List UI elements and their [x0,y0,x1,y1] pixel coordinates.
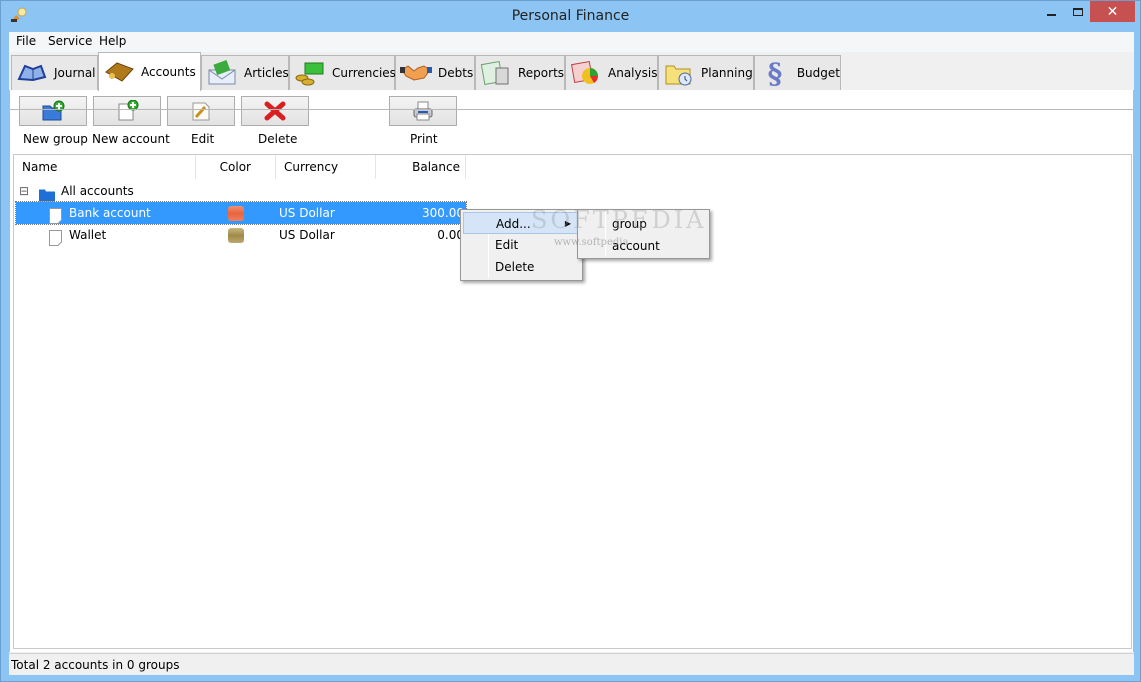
tab-label: Journal [54,66,96,80]
folder-clock-icon [663,60,695,86]
close-icon: ✕ [1106,3,1119,20]
pencil-edit-icon [192,102,210,121]
menu-item-label: Delete [495,260,535,274]
menu-item-label: Edit [495,238,519,252]
minimize-icon [1046,13,1056,16]
maximize-icon [1073,7,1083,16]
envelope-money-icon [206,60,238,86]
tab-analysis[interactable]: Analysis [565,55,658,90]
tree-row-all-accounts[interactable]: ⊟ All accounts [16,180,466,202]
coins-icon [294,60,326,86]
submenu-item-account[interactable]: account [580,235,660,257]
tab-label: Currencies [332,66,396,80]
account-balance: 300.00 [422,206,464,220]
tab-articles[interactable]: Articles [201,55,289,90]
client-area: File Service Help Journal Accounts Artic… [9,32,1134,675]
tab-journal[interactable]: Journal [11,55,98,90]
red-x-delete-icon [264,101,286,121]
account-currency: US Dollar [279,228,335,242]
table-row[interactable]: Wallet US Dollar 0.00 [16,224,466,246]
edit-button[interactable] [167,96,235,126]
document-icon [49,230,62,246]
window-title: Personal Finance [511,8,630,24]
handshake-icon [400,60,432,86]
tab-label: Budget [796,66,840,80]
maximize-button[interactable] [1064,1,1092,22]
account-name: Bank account [69,206,151,220]
tab-accounts[interactable]: Accounts [98,52,201,91]
new-account-label: New account [92,132,170,146]
column-header-color[interactable]: Color [196,155,276,179]
tab-currencies[interactable]: Currencies [289,55,396,90]
title-bar[interactable]: Personal Finance ✕ [1,1,1140,32]
grid-header: Name Color Currency Balance [14,155,1131,179]
context-menu-item-add[interactable]: Add... ▶ [463,212,580,234]
delete-label: Delete [258,132,298,146]
pie-chart-icon [570,60,602,86]
submenu: group account [577,209,710,259]
column-header-currency[interactable]: Currency [276,155,376,179]
status-bar: Total 2 accounts in 0 groups [9,653,1134,675]
print-label: Print [410,132,438,146]
tab-label: Accounts [141,65,196,79]
color-swatch [228,206,244,221]
menu-item-label: Add... [496,217,531,231]
minimize-button[interactable] [1036,1,1066,22]
tab-planning[interactable]: Planning [658,55,754,90]
menu-help[interactable]: Help [99,34,126,48]
context-menu: Add... ▶ Edit Delete [460,209,583,281]
section-sign-icon: § [767,56,783,90]
root-label: All accounts [61,184,134,198]
menu-bar: File Service Help [9,32,1134,52]
tab-label: Articles [244,66,289,80]
tab-label: Debts [438,66,474,80]
accounts-page: New group New account Edit Delete Print … [9,90,1134,652]
tab-label: Planning [701,66,753,80]
new-group-label: New group [23,132,88,146]
close-button[interactable]: ✕ [1090,1,1135,22]
tab-label: Analysis [608,66,658,80]
collapse-toggle-icon[interactable]: ⊟ [19,180,29,202]
wallet-icon [103,59,135,85]
new-document-icon [118,100,139,121]
menu-item-label: account [612,239,660,253]
app-window: Personal Finance ✕ File Service Help Jou… [0,0,1141,682]
tab-label: Reports [518,66,565,80]
account-name: Wallet [69,228,107,242]
new-folder-icon [42,100,65,121]
submenu-arrow-icon: ▶ [564,219,571,228]
menu-service[interactable]: Service [48,34,92,48]
tab-reports[interactable]: Reports [475,55,565,90]
printer-icon [413,101,433,121]
tab-strip: Journal Accounts Articles Currencies Deb… [9,52,1134,110]
account-currency: US Dollar [279,206,335,220]
submenu-item-group[interactable]: group [580,213,647,235]
new-group-button[interactable] [19,96,87,126]
context-menu-item-edit[interactable]: Edit [463,234,518,256]
column-header-balance[interactable]: Balance [376,155,466,179]
delete-button[interactable] [241,96,309,126]
tab-debts[interactable]: Debts [395,55,475,90]
book-icon [16,60,48,86]
context-menu-item-delete[interactable]: Delete [463,256,534,278]
new-account-button[interactable] [93,96,161,126]
color-swatch [228,228,244,243]
column-header-name[interactable]: Name [14,155,196,179]
table-row[interactable]: Bank account US Dollar 300.00 [15,201,467,225]
tab-divider [9,109,1134,110]
print-button[interactable] [389,96,457,126]
edit-label: Edit [191,132,215,146]
report-calculator-icon [480,60,512,86]
tab-budget[interactable]: § Budget [754,55,841,90]
menu-item-label: group [612,217,647,231]
menu-file[interactable]: File [16,34,36,48]
status-text: Total 2 accounts in 0 groups [11,658,180,672]
